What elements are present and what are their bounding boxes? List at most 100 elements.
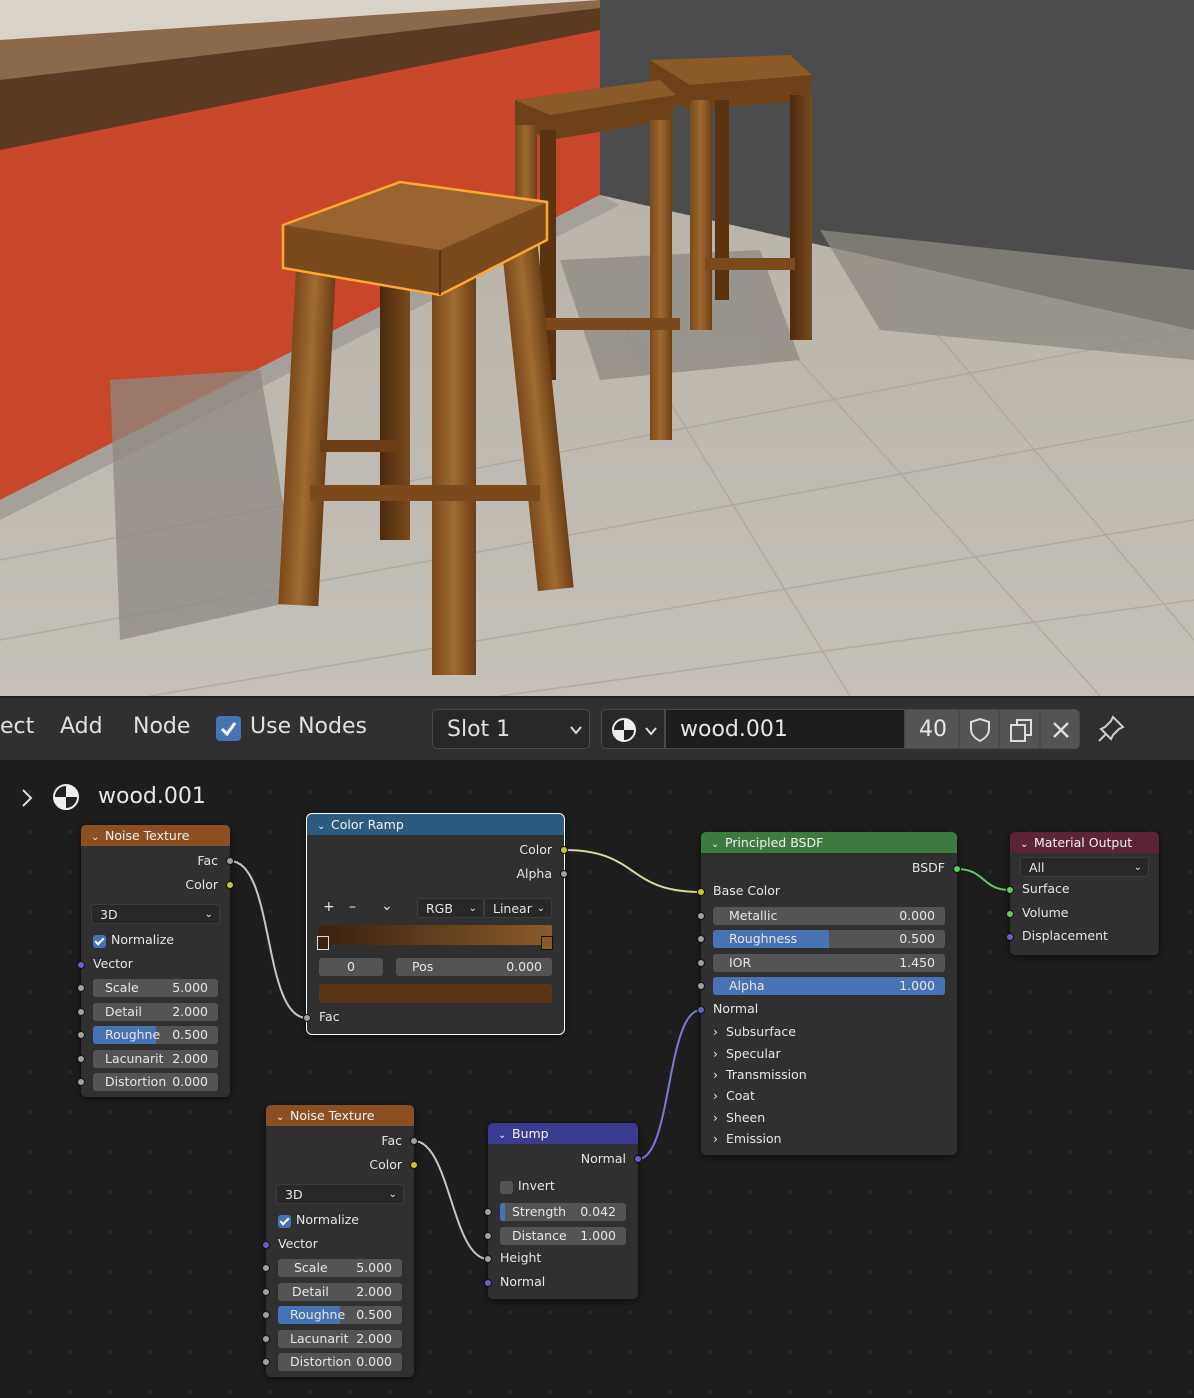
socket-distortion-in[interactable]: [77, 1078, 85, 1086]
collapse-chevron-icon[interactable]: ⌄: [1020, 834, 1034, 855]
socket-normal-out[interactable]: [634, 1155, 642, 1163]
dimensions-dropdown[interactable]: 3D ⌄: [91, 904, 220, 924]
socket-ior-in[interactable]: [697, 959, 705, 967]
noise-texture-node-2[interactable]: ⌄ Noise Texture Fac Color 3D ⌄ Normalize V…: [262, 1105, 418, 1377]
socket-roughness-in[interactable]: [77, 1031, 85, 1039]
stop-position-field[interactable]: Pos 0.000: [396, 958, 552, 976]
distance-field[interactable]: Distance 1.000: [500, 1227, 626, 1245]
principled-bsdf-node[interactable]: ⌄ Principled BSDF BSDF Base Color Metalli…: [697, 832, 961, 1155]
node-header[interactable]: ⌄ Material Output: [1010, 832, 1159, 853]
add-stop-button[interactable]: +: [323, 899, 335, 915]
noise-texture-node-1[interactable]: ⌄ Noise Texture Fac Color 3D ⌄ Normalize V…: [77, 825, 234, 1097]
socket-scale-in[interactable]: [262, 1264, 270, 1272]
collapse-chevron-icon[interactable]: ⌄: [498, 1125, 512, 1146]
socket-height-in[interactable]: [484, 1255, 492, 1263]
collapse-chevron-icon[interactable]: ⌄: [317, 816, 331, 837]
socket-color-out[interactable]: [226, 881, 234, 889]
socket-distortion-in[interactable]: [262, 1358, 270, 1366]
color-stop-left[interactable]: [317, 936, 329, 950]
collapse-chevron-icon[interactable]: ⌄: [276, 1107, 290, 1128]
socket-fac-out[interactable]: [410, 1137, 418, 1145]
invert-checkbox[interactable]: [500, 1181, 513, 1194]
chevron-right-icon[interactable]: [20, 788, 34, 808]
ior-field[interactable]: IOR 1.450: [713, 954, 945, 972]
strength-field[interactable]: Strength 0.042: [500, 1203, 626, 1221]
socket-normal-in[interactable]: [484, 1279, 492, 1287]
stop-index-field[interactable]: 0: [319, 958, 383, 976]
normalize-checkbox[interactable]: [278, 1215, 291, 1228]
socket-alpha-out[interactable]: [560, 870, 568, 878]
user-count-button[interactable]: 40: [905, 709, 959, 749]
node-header[interactable]: ⌄ Noise Texture: [266, 1105, 414, 1126]
material-name-field[interactable]: wood.001: [665, 709, 905, 749]
panel-transmission[interactable]: › Transmission: [713, 1064, 807, 1085]
socket-color-out[interactable]: [560, 846, 568, 854]
socket-normal-in[interactable]: [697, 1006, 705, 1014]
metallic-field[interactable]: Metallic 0.000: [713, 907, 945, 925]
panel-subsurface[interactable]: › Subsurface: [713, 1021, 796, 1042]
panel-coat[interactable]: › Coat: [713, 1085, 755, 1106]
socket-roughness-in[interactable]: [262, 1311, 270, 1319]
collapse-chevron-icon[interactable]: ⌄: [711, 834, 725, 855]
node-header[interactable]: ⌄ Bump: [488, 1123, 638, 1144]
panel-emission[interactable]: › Emission: [713, 1128, 782, 1149]
scale-field[interactable]: Scale 5.000: [93, 979, 218, 997]
socket-detail-in[interactable]: [77, 1008, 85, 1016]
dimensions-dropdown[interactable]: 3D ⌄: [276, 1184, 404, 1204]
node-header[interactable]: ⌄ Color Ramp: [307, 814, 564, 835]
node-header[interactable]: ⌄ Noise Texture: [81, 825, 230, 846]
roughness-field[interactable]: Roughne 0.500: [278, 1306, 402, 1324]
socket-fac-out[interactable]: [226, 857, 234, 865]
distortion-field[interactable]: Distortion 0.000: [93, 1073, 218, 1091]
socket-strength-in[interactable]: [484, 1208, 492, 1216]
socket-vector-in[interactable]: [262, 1241, 270, 1249]
detail-field[interactable]: Detail 2.000: [93, 1003, 218, 1021]
slot-dropdown[interactable]: Slot 1: [432, 709, 590, 749]
chevron-down-icon[interactable]: ⌄: [381, 898, 393, 914]
roughness-field[interactable]: Roughness 0.500: [713, 930, 945, 948]
remove-stop-button[interactable]: –: [349, 899, 356, 915]
use-nodes-checkbox[interactable]: [216, 716, 241, 741]
target-dropdown[interactable]: All ⌄: [1020, 857, 1149, 877]
unlink-material-button[interactable]: [1040, 709, 1080, 749]
socket-detail-in[interactable]: [262, 1288, 270, 1296]
menu-add[interactable]: Add: [60, 714, 103, 739]
lacunarity-field[interactable]: Lacunarit 2.000: [278, 1330, 402, 1348]
bump-node[interactable]: ⌄ Bump Normal Invert Strength 0.042 Distan…: [484, 1123, 642, 1299]
color-mode-dropdown[interactable]: RGB ⌄: [417, 898, 484, 918]
roughness-field[interactable]: Roughne 0.500: [93, 1026, 218, 1044]
node-editor[interactable]: wood.001 ⌄ Noise Texture Fac Color 3D ⌄ No…: [0, 760, 1194, 1398]
fake-user-button[interactable]: [959, 709, 999, 749]
color-ramp-gradient[interactable]: [319, 925, 552, 945]
scale-field[interactable]: Scale 5.000: [278, 1259, 402, 1277]
socket-volume-in[interactable]: [1006, 910, 1014, 918]
material-output-node[interactable]: ⌄ Material Output All ⌄ Surface Volume Dis…: [1006, 832, 1159, 955]
menu-select[interactable]: ect: [0, 714, 34, 739]
duplicate-material-button[interactable]: [999, 709, 1040, 749]
socket-metallic-in[interactable]: [697, 912, 705, 920]
pin-button[interactable]: [1096, 714, 1126, 744]
menu-node[interactable]: Node: [133, 714, 190, 739]
lacunarity-field[interactable]: Lacunarit 2.000: [93, 1050, 218, 1068]
socket-lacunarity-in[interactable]: [262, 1335, 270, 1343]
socket-surface-in[interactable]: [1006, 886, 1014, 894]
socket-lacunarity-in[interactable]: [77, 1055, 85, 1063]
panel-specular[interactable]: › Specular: [713, 1043, 781, 1064]
socket-distance-in[interactable]: [484, 1232, 492, 1240]
3d-viewport[interactable]: [0, 0, 1194, 696]
node-header[interactable]: ⌄ Principled BSDF: [701, 832, 957, 853]
normalize-checkbox[interactable]: [93, 935, 106, 948]
socket-color-out[interactable]: [410, 1161, 418, 1169]
socket-displacement-in[interactable]: [1006, 933, 1014, 941]
stop-color-swatch[interactable]: [319, 984, 552, 1003]
detail-field[interactable]: Detail 2.000: [278, 1283, 402, 1301]
color-ramp-node[interactable]: ⌄ Color Ramp Color Alpha + – ⌄ RGB ⌄ Linea…: [303, 813, 568, 1035]
socket-base-color-in[interactable]: [697, 888, 705, 896]
panel-sheen[interactable]: › Sheen: [713, 1107, 765, 1128]
collapse-chevron-icon[interactable]: ⌄: [91, 827, 105, 848]
socket-roughness-in[interactable]: [697, 935, 705, 943]
socket-bsdf-out[interactable]: [953, 865, 961, 873]
socket-scale-in[interactable]: [77, 984, 85, 992]
socket-fac-in[interactable]: [303, 1014, 311, 1022]
socket-alpha-in[interactable]: [697, 982, 705, 990]
